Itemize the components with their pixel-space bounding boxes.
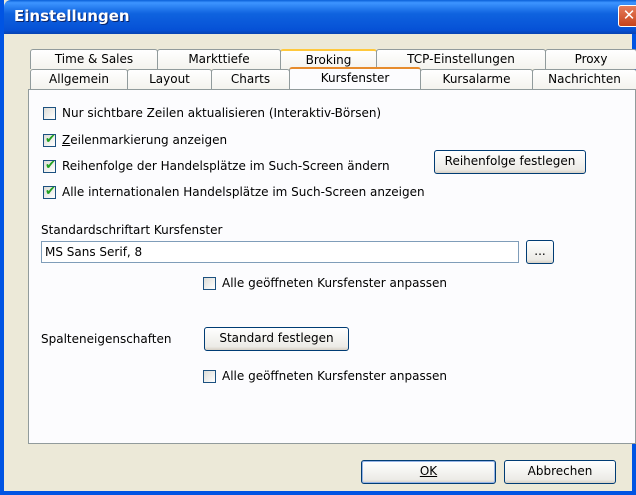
label-zeilenmarkierung: Zeilenmarkierung anzeigen [62,133,227,147]
checkbox-font-adjust-all[interactable] [203,277,216,290]
checkmark-icon: ✔ [45,158,56,173]
ok-button-label: OK [419,464,438,478]
close-icon[interactable]: ✕ [618,5,636,27]
label-spalteneigenschaften: Spalteneigenschaften [41,332,172,346]
label-font-adjust-all: Alle geöffneten Kursfenster anpassen [222,276,447,290]
settings-dialog: Einstellungen ✕ Time & Sales Markttiefe … [0,0,636,495]
tab-tcp-einstellungen[interactable]: TCP-Einstellungen [376,49,546,69]
checkbox-column-adjust-all[interactable] [203,370,216,383]
cancel-button[interactable]: Abbrechen [504,460,616,484]
tab-charts[interactable]: Charts [211,69,290,89]
reihenfolge-festlegen-button[interactable]: Reihenfolge festlegen [434,150,586,174]
tab-layout[interactable]: Layout [127,69,212,89]
checkbox-nur-sichtbare-zeilen[interactable] [43,107,56,120]
font-field[interactable]: MS Sans Serif, 8 [41,241,519,263]
tab-proxy[interactable]: Proxy [545,49,636,69]
label-nur-sichtbare-zeilen: Nur sichtbare Zeilen aktualisieren (Inte… [62,106,382,120]
tab-markttiefe[interactable]: Markttiefe [157,49,281,69]
standard-festlegen-button[interactable]: Standard festlegen [204,327,349,351]
tab-broking[interactable]: Broking [280,49,377,69]
browse-font-button[interactable]: ... [526,240,554,264]
checkbox-reihenfolge[interactable]: ✔ [43,158,56,173]
tab-nachrichten[interactable]: Nachrichten [532,69,636,89]
checkmark-icon: ✔ [45,132,56,147]
kursfenster-panel: Nur sichtbare Zeilen aktualisieren (Inte… [28,89,636,444]
label-zeilenmarkierung-text: eilenmarkierung anzeigen [70,133,228,147]
tab-kursfenster[interactable]: Kursfenster [289,67,421,89]
tab-time-and-sales[interactable]: Time & Sales [30,49,158,69]
label-column-adjust-all: Alle geöffneten Kursfenster anpassen [222,369,447,383]
label-standardschriftart: Standardschriftart Kursfenster [41,223,223,237]
window-title: Einstellungen [14,7,130,25]
checkmark-icon: ✔ [45,184,56,199]
label-reihenfolge: Reihenfolge der Handelsplätze im Such-Sc… [62,159,390,173]
tab-kursalarme[interactable]: Kursalarme [420,69,533,89]
label-internationale-handelsplaetze: Alle internationalen Handelsplätze im Su… [62,185,425,199]
title-bar[interactable]: Einstellungen ✕ [4,0,636,34]
ok-button[interactable]: OK [361,460,496,484]
accelerator-z: Z [62,133,71,147]
checkbox-zeilenmarkierung[interactable]: ✔ [43,132,56,147]
checkbox-internationale-handelsplaetze[interactable]: ✔ [43,184,56,199]
tab-allgemein[interactable]: Allgemein [30,69,128,89]
